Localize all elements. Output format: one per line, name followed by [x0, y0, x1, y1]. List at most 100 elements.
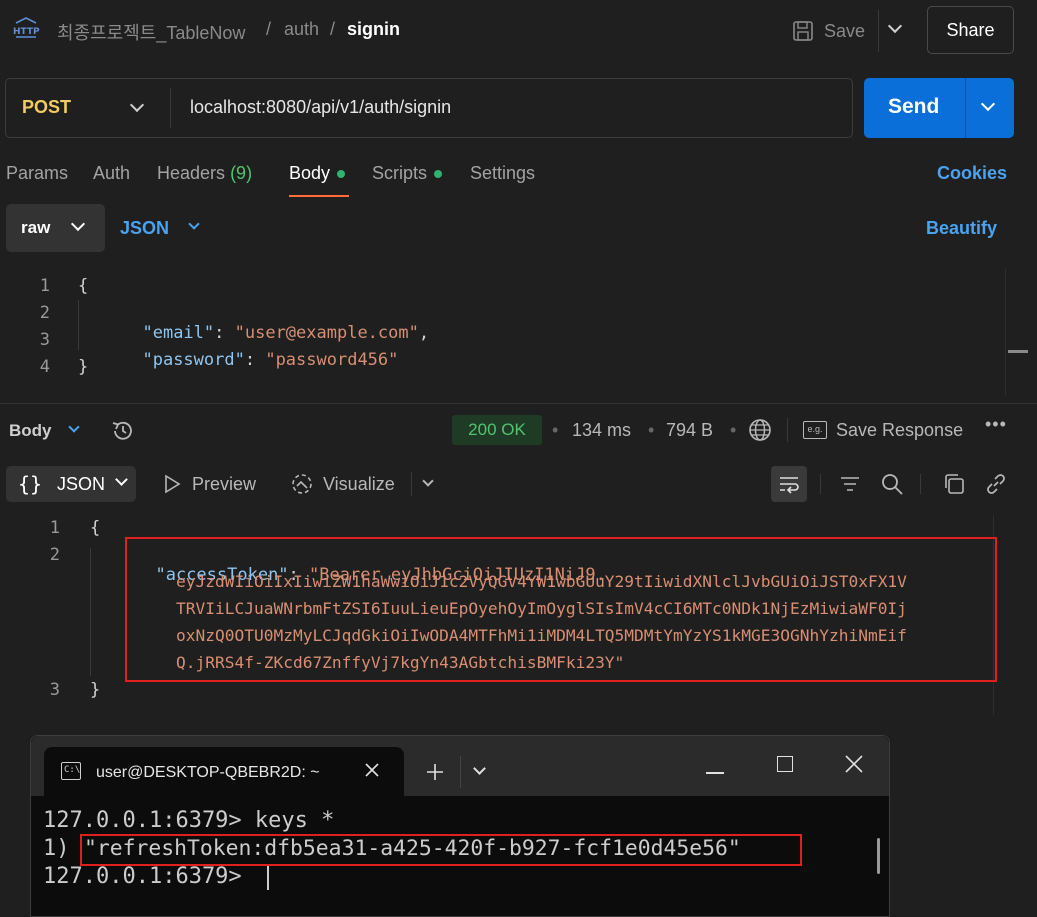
- save-options-button[interactable]: [887, 18, 903, 34]
- tab-body-label: Body: [289, 163, 331, 183]
- tab-body[interactable]: Body: [289, 163, 346, 184]
- line-number: 2: [49, 545, 60, 565]
- close-window-icon[interactable]: [844, 754, 864, 779]
- breadcrumb-separator: /: [330, 19, 336, 39]
- filter-icon[interactable]: [838, 472, 862, 501]
- share-button[interactable]: Share: [927, 6, 1014, 54]
- json-key: "password": [142, 350, 245, 370]
- send-label: Send: [888, 95, 940, 118]
- response-body-select[interactable]: Body: [9, 421, 52, 441]
- save-button[interactable]: Save: [792, 14, 874, 48]
- divider: [787, 418, 788, 442]
- tab-scripts[interactable]: Scripts: [372, 163, 443, 184]
- terminal-scrollbar[interactable]: [877, 838, 880, 874]
- tab-params[interactable]: Params: [6, 163, 68, 184]
- wrap-lines-icon: [780, 477, 799, 494]
- tab-scripts-label: Scripts: [372, 163, 428, 183]
- open-brace: {: [90, 518, 101, 538]
- headers-count: (9): [230, 163, 253, 183]
- visualize-button[interactable]: Visualize: [323, 474, 395, 495]
- token-continuation: oxNzQ0OTU0MzMyLCJqdGkiOiIwODA4MTFhMi1iMD…: [176, 626, 907, 645]
- body-mode-select[interactable]: raw: [6, 204, 105, 252]
- status-dot-icon: [434, 170, 443, 179]
- tab-settings[interactable]: Settings: [470, 163, 535, 184]
- response-size[interactable]: 794 B: [666, 420, 713, 441]
- breadcrumb-folder[interactable]: auth: [284, 19, 319, 40]
- tab-dropdown[interactable]: [473, 762, 486, 775]
- svg-text:HTTP: HTTP: [13, 27, 40, 37]
- page-title[interactable]: signin: [347, 19, 400, 40]
- maximize-icon[interactable]: [777, 756, 793, 772]
- token-continuation: eyJzdWIiOiIxIiwiZW1haWwiOiJ1c2VyQGV4YW1w…: [176, 572, 907, 591]
- chevron-down-icon: [129, 97, 145, 113]
- send-options-button[interactable]: [980, 96, 996, 112]
- history-icon[interactable]: [110, 418, 136, 449]
- indent-guide: [78, 300, 79, 350]
- more-options-icon[interactable]: •••: [985, 414, 1007, 435]
- new-tab-icon[interactable]: [425, 762, 445, 787]
- meta-separator: •: [730, 420, 737, 440]
- play-icon: [163, 474, 181, 499]
- response-format-select[interactable]: {} JSON: [6, 466, 136, 502]
- tab-auth[interactable]: Auth: [93, 163, 130, 184]
- indent-guide: [90, 548, 91, 676]
- response-body-dropdown[interactable]: [68, 421, 80, 433]
- status-badge[interactable]: 200 OK: [452, 415, 542, 445]
- search-icon[interactable]: [880, 472, 904, 501]
- terminal-icon: C:\: [61, 762, 81, 780]
- tab-headers[interactable]: Headers (9): [157, 163, 252, 184]
- body-mode-label: raw: [21, 218, 51, 237]
- response-time[interactable]: 134 ms: [572, 420, 631, 441]
- breadcrumb-separator: /: [266, 19, 272, 39]
- divider: [820, 474, 821, 494]
- minimize-icon[interactable]: [706, 772, 724, 774]
- line-number: 1: [39, 276, 50, 296]
- editor-scrollbar[interactable]: [1005, 268, 1028, 396]
- tab-headers-label: Headers: [157, 163, 226, 183]
- line-number: 4: [39, 357, 50, 377]
- chevron-down-icon: [980, 96, 996, 112]
- terminal-cursor: [267, 866, 269, 890]
- chevron-down-icon: [188, 218, 200, 230]
- line-number: 3: [39, 330, 50, 350]
- save-icon: [793, 21, 813, 41]
- cookies-link[interactable]: Cookies: [937, 163, 1007, 184]
- refresh-token-key[interactable]: "refreshToken:dfb5ea31-a425-420f-b927-fc…: [84, 836, 741, 861]
- close-brace: }: [78, 357, 89, 377]
- line-number: 1: [49, 518, 60, 538]
- open-brace: {: [78, 276, 89, 296]
- line-number: 2: [39, 303, 50, 323]
- globe-icon[interactable]: [748, 418, 772, 447]
- pane-divider[interactable]: [0, 403, 1037, 404]
- close-tab-icon[interactable]: [362, 760, 382, 785]
- chevron-down-icon: [422, 475, 434, 487]
- terminal-line-prefix: 1): [43, 836, 83, 861]
- braces-icon: {}: [18, 472, 43, 496]
- terminal-line: 127.0.0.1:6379> keys *: [43, 808, 335, 833]
- divider: [878, 10, 879, 52]
- code-line-password: "password": "password456": [142, 350, 399, 370]
- url-input[interactable]: [190, 97, 790, 118]
- http-request-icon: HTTP: [12, 17, 40, 41]
- wrap-lines-button[interactable]: [771, 466, 807, 502]
- method-select[interactable]: POST: [22, 97, 71, 118]
- close-brace: }: [90, 680, 101, 700]
- visualize-dropdown[interactable]: [422, 475, 434, 487]
- divider: [920, 474, 921, 494]
- link-icon[interactable]: [984, 472, 1008, 501]
- divider: [965, 78, 966, 138]
- body-format-select[interactable]: JSON: [120, 218, 169, 239]
- body-format-dropdown[interactable]: [188, 218, 200, 230]
- save-label: Save: [824, 20, 866, 41]
- chevron-down-icon: [887, 18, 903, 34]
- save-response-button[interactable]: Save Response: [836, 420, 963, 441]
- copy-icon[interactable]: [942, 472, 966, 501]
- line-number: 3: [49, 680, 60, 700]
- preview-button[interactable]: Preview: [192, 474, 256, 495]
- beautify-button[interactable]: Beautify: [926, 218, 997, 239]
- status-dot-icon: [337, 170, 346, 179]
- method-dropdown[interactable]: [129, 97, 145, 113]
- breadcrumb-collection[interactable]: 최종프로젝트_TableNow: [57, 19, 245, 45]
- response-format-label: JSON: [57, 474, 106, 494]
- terminal-prompt[interactable]: 127.0.0.1:6379>: [43, 864, 255, 889]
